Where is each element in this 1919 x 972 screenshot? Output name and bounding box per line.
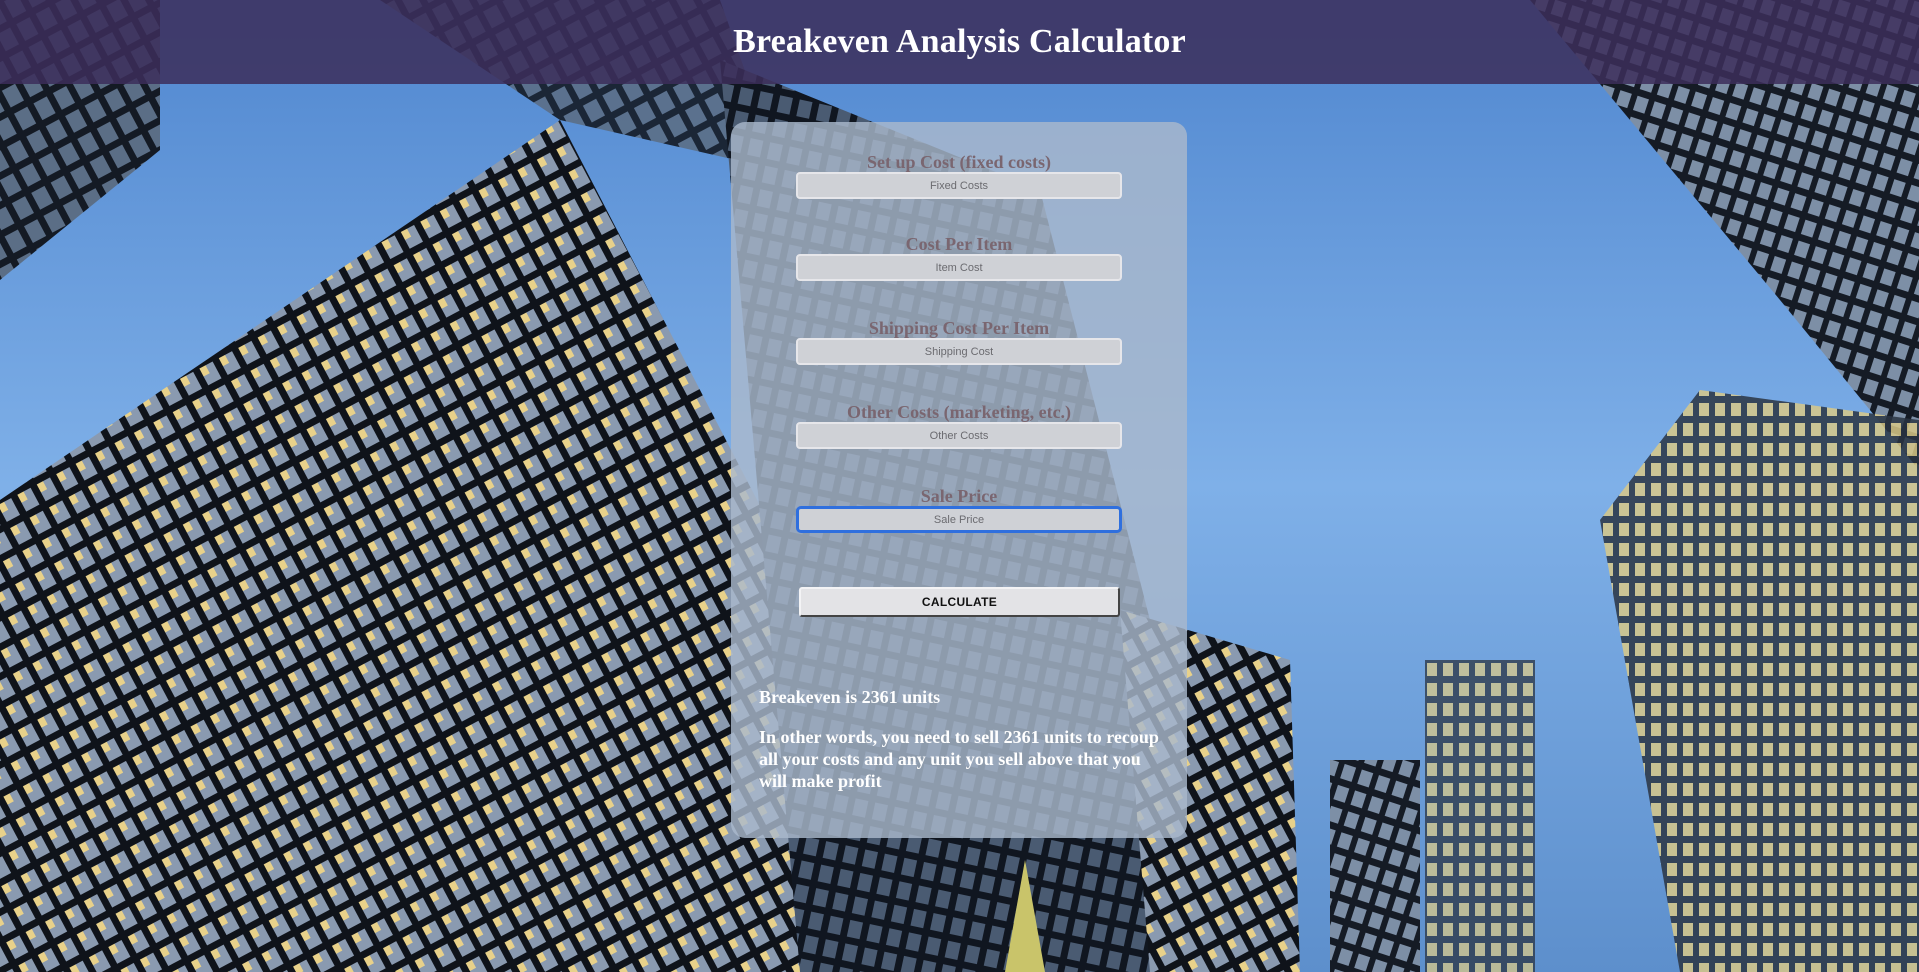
other-costs-input[interactable] bbox=[796, 422, 1122, 449]
shipping-cost-field-group: Shipping Cost Per Item bbox=[731, 318, 1187, 365]
other-costs-field-group: Other Costs (marketing, etc.) bbox=[731, 402, 1187, 449]
other-costs-label: Other Costs (marketing, etc.) bbox=[846, 402, 1072, 422]
sale-price-field-group: Sale Price bbox=[731, 486, 1187, 533]
breakeven-result-explanation: In other words, you need to sell 2361 un… bbox=[759, 727, 1159, 791]
fixed-costs-label: Set up Cost (fixed costs) bbox=[867, 152, 1051, 172]
shipping-cost-label: Shipping Cost Per Item bbox=[868, 318, 1050, 338]
item-cost-field-group: Cost Per Item bbox=[731, 234, 1187, 281]
fixed-costs-input[interactable] bbox=[796, 172, 1122, 199]
calculate-button[interactable]: CALCULATE bbox=[799, 587, 1120, 617]
page-title: Breakeven Analysis Calculator bbox=[733, 23, 1186, 60]
breakeven-result-headline: Breakeven is 2361 units bbox=[759, 687, 941, 707]
item-cost-label: Cost Per Item bbox=[905, 234, 1013, 254]
sale-price-label: Sale Price bbox=[920, 486, 998, 506]
item-cost-input[interactable] bbox=[796, 254, 1122, 281]
app-header: Breakeven Analysis Calculator bbox=[0, 0, 1919, 84]
shipping-cost-input[interactable] bbox=[796, 338, 1122, 365]
calculator-card: Set up Cost (fixed costs) Cost Per Item … bbox=[731, 122, 1187, 838]
sale-price-input[interactable] bbox=[796, 506, 1122, 533]
fixed-costs-field-group: Set up Cost (fixed costs) bbox=[731, 152, 1187, 199]
